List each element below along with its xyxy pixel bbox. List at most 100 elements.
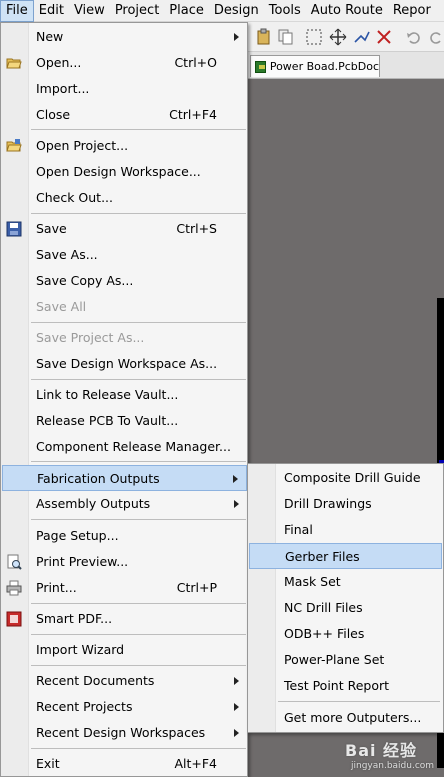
menu-item-exit[interactable]: Exit Alt+F4 bbox=[2, 751, 247, 777]
menu-item-import-wizard[interactable]: Import Wizard bbox=[2, 637, 247, 663]
menu-item-release-pcb-to-vault[interactable]: Release PCB To Vault... bbox=[2, 408, 247, 434]
submenu-item-label: Mask Set bbox=[284, 574, 341, 589]
submenu-item-nc-drill-files[interactable]: NC Drill Files bbox=[249, 595, 442, 621]
clear-icon[interactable] bbox=[375, 28, 393, 46]
watermark-logo: Bai 经验 bbox=[345, 741, 418, 760]
submenu-arrow-icon bbox=[234, 729, 239, 737]
menu-item-open-project[interactable]: Open Project... bbox=[2, 133, 247, 159]
menu-item-label: Import Wizard bbox=[36, 642, 125, 657]
menu-separator bbox=[31, 379, 246, 380]
menu-item-close[interactable]: Close Ctrl+F4 bbox=[2, 102, 247, 128]
menu-item-link-to-release-vault[interactable]: Link to Release Vault... bbox=[2, 382, 247, 408]
menu-view[interactable]: View bbox=[69, 0, 110, 22]
submenu-arrow-icon bbox=[234, 677, 239, 685]
menu-item-label: Recent Documents bbox=[36, 673, 155, 688]
document-tab[interactable]: Power Boad.PcbDoc bbox=[250, 55, 380, 77]
baidu-watermark: Bai 经验 jingyan.baidu.com bbox=[345, 735, 444, 777]
submenu-item-gerber-files[interactable]: Gerber Files bbox=[249, 543, 442, 569]
menu-item-print-preview[interactable]: Print Preview... bbox=[2, 549, 247, 575]
pcb-document-icon bbox=[255, 60, 266, 73]
document-tab-bar: Power Boad.PcbDoc bbox=[247, 52, 444, 79]
menu-item-label: Print Preview... bbox=[36, 554, 129, 569]
menu-item-label: Close bbox=[36, 107, 71, 122]
menu-item-save-copy-as[interactable]: Save Copy As... bbox=[2, 268, 247, 294]
menu-item-label: Recent Projects bbox=[36, 699, 133, 714]
menu-separator bbox=[31, 213, 246, 214]
undo-icon[interactable] bbox=[405, 28, 423, 46]
menu-item-open-design-workspace[interactable]: Open Design Workspace... bbox=[2, 159, 247, 185]
save-disk-icon bbox=[6, 221, 22, 237]
submenu-item-odb-files[interactable]: ODB++ Files bbox=[249, 621, 442, 647]
menu-item-label: Exit bbox=[36, 756, 60, 771]
route-icon[interactable] bbox=[353, 28, 371, 46]
menu-item-recent-documents[interactable]: Recent Documents bbox=[2, 668, 247, 694]
menu-item-label: Check Out... bbox=[36, 190, 114, 205]
menu-item-smart-pdf[interactable]: Smart PDF... bbox=[2, 606, 247, 632]
submenu-arrow-icon bbox=[233, 475, 238, 483]
menu-separator bbox=[31, 748, 246, 749]
copy-icon[interactable] bbox=[277, 28, 295, 46]
menu-item-import[interactable]: Import... bbox=[2, 76, 247, 102]
menu-item-page-setup[interactable]: Page Setup... bbox=[2, 523, 247, 549]
move-icon[interactable] bbox=[329, 28, 347, 46]
menu-item-assembly-outputs[interactable]: Assembly Outputs bbox=[2, 491, 247, 517]
menu-reports[interactable]: Repor bbox=[388, 0, 436, 22]
submenu-item-label: Composite Drill Guide bbox=[284, 470, 421, 485]
menu-place[interactable]: Place bbox=[164, 0, 209, 22]
submenu-item-final[interactable]: Final bbox=[249, 517, 442, 543]
menu-separator bbox=[31, 603, 246, 604]
print-preview-icon bbox=[7, 554, 22, 570]
menu-item-open[interactable]: Open... Ctrl+O bbox=[2, 50, 247, 76]
menu-item-label: Open... bbox=[36, 55, 82, 70]
submenu-item-label: NC Drill Files bbox=[284, 600, 363, 615]
menu-item-label: Assembly Outputs bbox=[36, 496, 151, 511]
paste-icon[interactable] bbox=[255, 28, 273, 46]
menu-item-label: Page Setup... bbox=[36, 528, 119, 543]
menu-item-new[interactable]: New bbox=[2, 24, 247, 50]
menu-item-label: Smart PDF... bbox=[36, 611, 113, 626]
document-tab-label: Power Boad.PcbDoc bbox=[269, 60, 379, 73]
submenu-item-mask-set[interactable]: Mask Set bbox=[249, 569, 442, 595]
menu-separator bbox=[31, 665, 246, 666]
menu-separator bbox=[31, 129, 246, 130]
menu-edit[interactable]: Edit bbox=[34, 0, 69, 22]
menu-item-save[interactable]: Save Ctrl+S bbox=[2, 216, 247, 242]
menu-design[interactable]: Design bbox=[209, 0, 264, 22]
menu-item-recent-design-workspaces[interactable]: Recent Design Workspaces bbox=[2, 720, 247, 746]
menu-item-label: Link to Release Vault... bbox=[36, 387, 179, 402]
submenu-item-power-plane-set[interactable]: Power-Plane Set bbox=[249, 647, 442, 673]
menu-item-save-as[interactable]: Save As... bbox=[2, 242, 247, 268]
menu-item-label: Fabrication Outputs bbox=[37, 471, 160, 486]
menu-separator bbox=[31, 322, 246, 323]
menu-item-label: Import... bbox=[36, 81, 90, 96]
menu-item-save-design-workspace-as[interactable]: Save Design Workspace As... bbox=[2, 351, 247, 377]
menu-file[interactable]: File bbox=[0, 0, 34, 22]
submenu-item-get-more-outputers[interactable]: Get more Outputers... bbox=[249, 705, 442, 731]
menu-separator bbox=[31, 634, 246, 635]
submenu-item-composite-drill-guide[interactable]: Composite Drill Guide bbox=[249, 465, 442, 491]
menu-item-fabrication-outputs[interactable]: Fabrication Outputs bbox=[2, 465, 247, 491]
menu-item-component-release-manager[interactable]: Component Release Manager... bbox=[2, 434, 247, 460]
menu-item-check-out[interactable]: Check Out... bbox=[2, 185, 247, 211]
submenu-item-test-point-report[interactable]: Test Point Report bbox=[249, 673, 442, 699]
redo-icon[interactable] bbox=[427, 28, 444, 46]
menu-item-print[interactable]: Print... Ctrl+P bbox=[2, 575, 247, 601]
open-project-icon bbox=[6, 139, 22, 152]
menu-item-label: Save All bbox=[36, 299, 87, 314]
menu-project[interactable]: Project bbox=[110, 0, 164, 22]
menu-item-label: Save Project As... bbox=[36, 330, 145, 345]
menu-item-label: Print... bbox=[36, 580, 77, 595]
submenu-item-label: Final bbox=[284, 522, 313, 537]
menu-item-label: New bbox=[36, 29, 64, 44]
menu-auto-route[interactable]: Auto Route bbox=[306, 0, 388, 22]
menu-item-label: Save bbox=[36, 221, 67, 236]
watermark-site: jingyan.baidu.com bbox=[351, 761, 435, 771]
menu-tools[interactable]: Tools bbox=[264, 0, 306, 22]
select-rect-icon[interactable] bbox=[305, 28, 323, 46]
menu-item-shortcut: Ctrl+F4 bbox=[169, 107, 217, 122]
submenu-item-label: Gerber Files bbox=[285, 549, 360, 564]
submenu-item-drill-drawings[interactable]: Drill Drawings bbox=[249, 491, 442, 517]
menu-separator bbox=[31, 461, 246, 462]
submenu-item-label: Power-Plane Set bbox=[284, 652, 385, 667]
menu-item-recent-projects[interactable]: Recent Projects bbox=[2, 694, 247, 720]
